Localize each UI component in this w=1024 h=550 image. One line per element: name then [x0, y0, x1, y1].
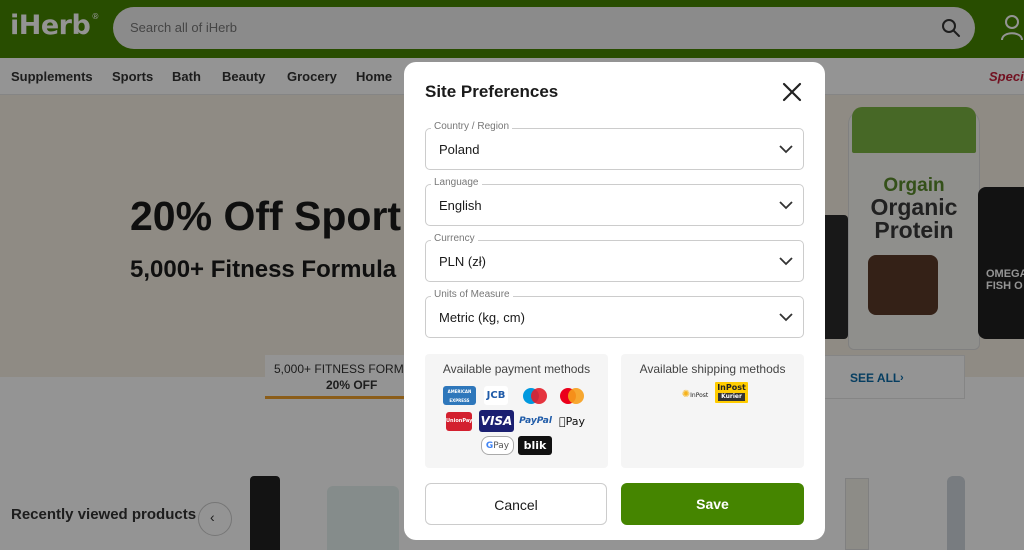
- field-value: Poland: [439, 142, 480, 157]
- chevron-down-icon: [779, 145, 793, 154]
- blik-icon: blik: [518, 436, 552, 455]
- mastercard-icon: [560, 388, 584, 404]
- applepay-icon: Pay: [555, 412, 589, 431]
- field-label: Units of Measure: [431, 289, 513, 300]
- jcb-label: JCB: [486, 390, 506, 401]
- inpost-kurier-brand: InPost: [717, 383, 746, 392]
- unionpay-icon: UnionPay: [446, 412, 472, 431]
- cancel-button[interactable]: Cancel: [425, 483, 607, 525]
- field-value: English: [439, 198, 482, 213]
- chevron-down-icon: [779, 313, 793, 322]
- language-select[interactable]: Language English: [425, 177, 804, 226]
- currency-select[interactable]: Currency PLN (zł): [425, 233, 804, 282]
- save-label: Save: [696, 496, 729, 512]
- jcb-icon: JCB: [484, 386, 508, 405]
- applepay-label: Pay: [562, 415, 585, 428]
- field-label: Language: [431, 177, 482, 188]
- inpost-icon: ✺InPost: [677, 386, 713, 404]
- inpost-label: InPost: [690, 392, 709, 399]
- field-label: Country / Region: [431, 121, 513, 132]
- chevron-down-icon: [779, 257, 793, 266]
- chevron-down-icon: [779, 201, 793, 210]
- amex-icon: AMERICAN EXPRESS: [443, 386, 476, 405]
- units-of-measure-select[interactable]: Units of Measure Metric (kg, cm): [425, 289, 804, 338]
- payment-methods-title: Available payment methods: [442, 362, 591, 376]
- dialog-title: Site Preferences: [425, 82, 559, 101]
- cancel-label: Cancel: [494, 497, 538, 513]
- field-value: PLN (zł): [439, 254, 486, 269]
- apple-logo-icon: : [559, 415, 566, 428]
- save-button[interactable]: Save: [621, 483, 804, 525]
- inpost-kurier-icon: InPost Kurier: [715, 382, 748, 403]
- maestro-icon: [523, 388, 547, 404]
- field-value: Metric (kg, cm): [439, 310, 525, 325]
- close-icon[interactable]: [778, 78, 806, 106]
- shipping-methods-title: Available shipping methods: [639, 362, 786, 376]
- inpost-sun-icon: ✺: [681, 389, 691, 400]
- shipping-methods-panel: Available shipping methods ✺InPost InPos…: [621, 354, 804, 468]
- payment-methods-panel: Available payment methods AMERICAN EXPRE…: [425, 354, 608, 468]
- googlepay-icon: GPay: [481, 436, 514, 455]
- site-preferences-dialog: Site Preferences Country / Region Poland…: [404, 62, 825, 540]
- paypal-icon: PayPal: [519, 416, 552, 426]
- visa-icon: VISA: [479, 410, 514, 432]
- inpost-kurier-label: Kurier: [718, 393, 745, 401]
- field-label: Currency: [431, 233, 478, 244]
- googlepay-label: Pay: [493, 441, 510, 451]
- country-region-select[interactable]: Country / Region Poland: [425, 121, 804, 170]
